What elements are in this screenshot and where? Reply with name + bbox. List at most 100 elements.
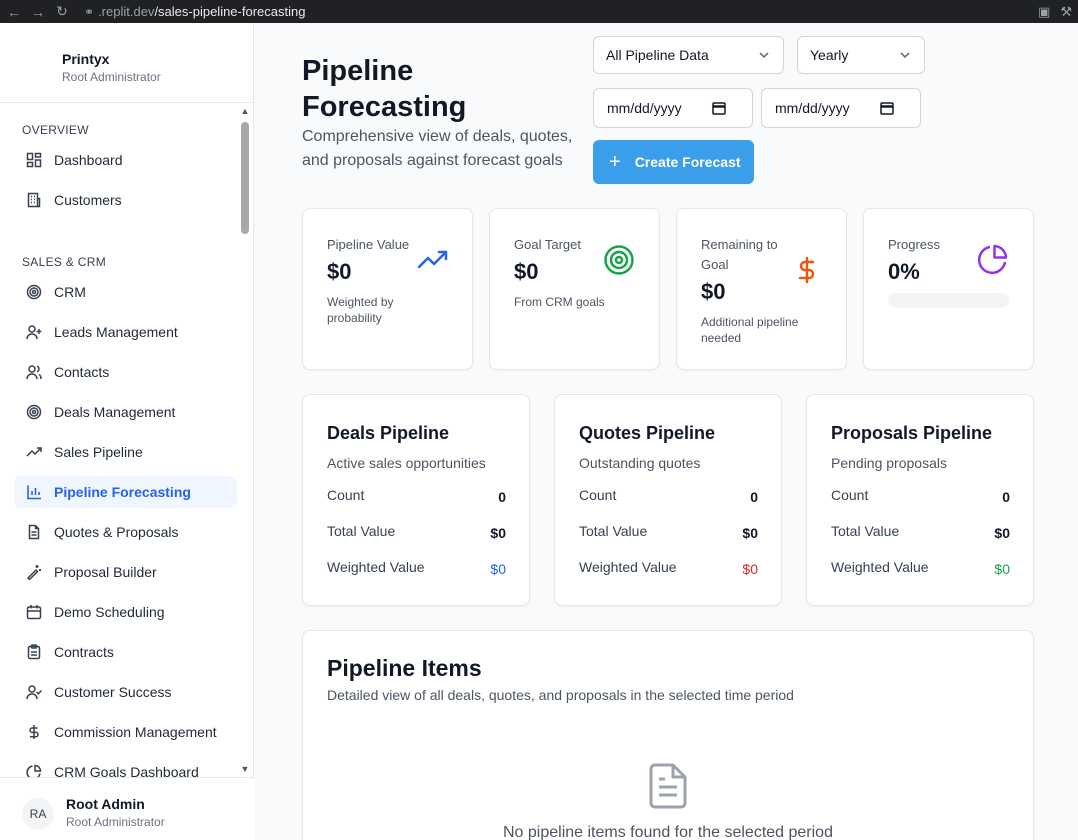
card-subtitle: Outstanding quotes — [579, 455, 701, 471]
row-label: Total Value — [327, 523, 396, 539]
sidebar-item-sales-pipeline[interactable]: Sales Pipeline — [14, 436, 237, 468]
sidebar: Printyx Root Administrator OVERVIEW Dash… — [0, 23, 254, 840]
section-label-sales-crm: SALES & CRM — [22, 255, 106, 269]
tools-icon[interactable]: ⚒ — [1060, 4, 1072, 20]
sidebar-item-leads-management[interactable]: Leads Management — [14, 316, 237, 348]
pipeline-type-value: All Pipeline Data — [606, 47, 709, 63]
row-label: Count — [327, 487, 365, 503]
bar-chart-icon — [26, 484, 42, 500]
count-row: Count 0 — [831, 487, 1010, 507]
sidebar-item-customer-success[interactable]: Customer Success — [14, 676, 237, 708]
scroll-up-arrow-icon[interactable]: ▲ — [240, 106, 250, 116]
weighted-value-row: Weighted Value $0 — [579, 559, 758, 579]
url-path: /sales-pipeline-forecasting — [154, 4, 306, 19]
trending-up-icon — [417, 249, 449, 278]
sidebar-item-label: Demo Scheduling — [54, 604, 165, 620]
stat-card-remaining-to-goal: Remaining to Goal $0 Additional pipeline… — [676, 208, 847, 370]
weighted-value-row: Weighted Value $0 — [831, 559, 1010, 579]
sidebar-item-label: Proposal Builder — [54, 564, 157, 580]
pipeline-type-select[interactable]: All Pipeline Data — [593, 36, 784, 74]
sidebar-item-contacts[interactable]: Contacts — [14, 356, 237, 388]
calendar-icon — [26, 604, 42, 620]
pie-chart-icon — [977, 243, 1009, 280]
scroll-down-arrow-icon[interactable]: ▼ — [240, 764, 250, 774]
chevron-down-icon — [757, 48, 771, 65]
progress-bar — [888, 293, 1009, 308]
reload-icon[interactable]: ↻ — [50, 0, 74, 23]
file-text-icon — [26, 524, 42, 540]
panel-title: Pipeline Items — [327, 655, 482, 681]
row-value: $0 — [742, 561, 758, 577]
page-title: Pipeline Forecasting — [302, 55, 467, 123]
card-title: Deals Pipeline — [327, 423, 450, 443]
count-row: Count 0 — [327, 487, 506, 507]
total-value-row: Total Value $0 — [831, 523, 1010, 543]
row-value: $0 — [490, 561, 506, 577]
user-profile[interactable]: RA Root Admin Root Administrator — [0, 777, 254, 840]
scroll-thumb[interactable] — [241, 122, 249, 234]
sidebar-item-dashboard[interactable]: Dashboard — [14, 144, 237, 176]
stat-value: $0 — [327, 259, 352, 284]
sidebar-scrollbar[interactable]: ▲ ▼ — [240, 104, 250, 780]
stat-note: Weighted by probability — [327, 295, 394, 325]
sidebar-item-crm[interactable]: CRM — [14, 276, 237, 308]
deals-pipeline-card: Deals Pipeline Active sales opportunitie… — [302, 394, 530, 606]
card-title: Quotes Pipeline — [579, 423, 716, 443]
users-icon — [26, 364, 42, 380]
row-label: Count — [831, 487, 869, 503]
sidebar-item-pipeline-forecasting[interactable]: Pipeline Forecasting — [14, 476, 237, 508]
stat-label: Goal Target — [514, 237, 581, 252]
sidebar-nav: OVERVIEW Dashboard Customers SALES & CRM… — [0, 104, 240, 780]
sidebar-item-label: CRM — [54, 284, 86, 300]
start-date-placeholder: mm/dd/yyyy — [607, 100, 682, 116]
trending-up-icon — [26, 444, 42, 460]
forward-icon[interactable]: → — [26, 0, 50, 23]
brand-role: Root Administrator — [62, 70, 161, 84]
period-select[interactable]: Yearly — [797, 36, 925, 74]
sidebar-item-demo-scheduling[interactable]: Demo Scheduling — [14, 596, 237, 628]
row-label: Total Value — [579, 523, 648, 539]
sidebar-item-label: Customers — [54, 192, 122, 208]
sidebar-item-label: Commission Management — [54, 724, 217, 740]
row-label: Weighted Value — [327, 559, 425, 575]
stat-card-progress: Progress 0% — [863, 208, 1034, 370]
calendar-icon[interactable] — [880, 101, 894, 118]
period-value: Yearly — [810, 47, 849, 63]
site-info-icon[interactable]: ⚭ — [84, 5, 94, 19]
sidebar-item-contracts[interactable]: Contracts — [14, 636, 237, 668]
sidebar-item-quotes-proposals[interactable]: Quotes & Proposals — [14, 516, 237, 548]
target-icon — [603, 244, 635, 281]
total-value-row: Total Value $0 — [327, 523, 506, 543]
start-date-input[interactable]: mm/dd/yyyy — [593, 88, 753, 128]
stat-value: $0 — [514, 259, 539, 284]
stat-card-pipeline-value: Pipeline Value $0 Weighted by probabilit… — [302, 208, 473, 370]
sidebar-item-label: Deals Management — [54, 404, 176, 420]
sidebar-item-label: Customer Success — [54, 684, 172, 700]
row-value: 0 — [750, 489, 758, 505]
sidebar-item-commission-management[interactable]: Commission Management — [14, 716, 237, 748]
row-label: Total Value — [831, 523, 900, 539]
main-content: Pipeline Forecasting Comprehensive view … — [254, 23, 1078, 840]
wand-icon — [26, 564, 42, 580]
avatar: RA — [22, 798, 54, 830]
sidebar-item-deals-management[interactable]: Deals Management — [14, 396, 237, 428]
row-value: 0 — [1002, 489, 1010, 505]
row-value: $0 — [742, 525, 758, 541]
end-date-input[interactable]: mm/dd/yyyy — [761, 88, 921, 128]
calendar-icon[interactable] — [712, 101, 726, 118]
sidebar-item-customers[interactable]: Customers — [14, 184, 237, 216]
back-icon[interactable]: ← — [2, 0, 26, 23]
sidebar-item-proposal-builder[interactable]: Proposal Builder — [14, 556, 237, 588]
quotes-pipeline-card: Quotes Pipeline Outstanding quotes Count… — [554, 394, 782, 606]
row-value: 0 — [498, 489, 506, 505]
cast-icon[interactable]: ▣ — [1038, 4, 1050, 20]
sidebar-item-label: Contracts — [54, 644, 114, 660]
row-value: $0 — [994, 525, 1010, 541]
sidebar-item-label: Pipeline Forecasting — [54, 484, 191, 500]
proposals-pipeline-card: Proposals Pipeline Pending proposals Cou… — [806, 394, 1034, 606]
url-host: .replit.dev — [98, 4, 155, 19]
create-forecast-button[interactable]: + Create Forecast — [593, 140, 754, 184]
dollar-icon — [26, 724, 42, 740]
stat-note: From CRM goals — [514, 295, 605, 309]
address-bar[interactable]: ⚭ .replit.dev/sales-pipeline-forecasting — [84, 1, 1014, 22]
